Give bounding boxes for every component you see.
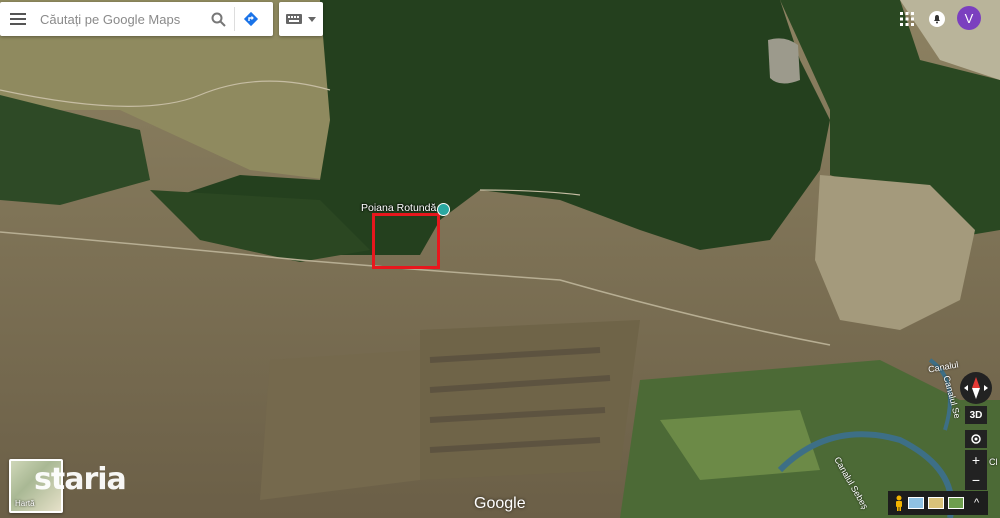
location-icon [971, 434, 981, 444]
place-label[interactable]: Poiana Rotundă [361, 202, 436, 214]
field-plots-left [260, 350, 420, 500]
notifications-icon[interactable] [928, 10, 946, 28]
selected-area-outline [372, 213, 440, 269]
watermark-logo: staria [34, 462, 127, 497]
edge-label: Cl [989, 457, 998, 467]
divider [234, 7, 235, 31]
chevron-down-icon [308, 16, 316, 22]
imagery-thumb[interactable] [908, 497, 924, 509]
apps-grid-icon[interactable] [899, 11, 915, 27]
expand-button[interactable]: ^ [974, 497, 979, 509]
search-button[interactable] [204, 2, 232, 36]
input-tools-button[interactable] [279, 2, 323, 36]
pegman-icon[interactable] [894, 495, 904, 511]
google-logo: Google [474, 495, 526, 512]
field-plots [420, 320, 640, 480]
zoom-out-button[interactable]: − [965, 470, 987, 490]
directions-icon [243, 11, 259, 27]
account-avatar[interactable]: V [957, 6, 981, 30]
directions-button[interactable] [237, 2, 265, 36]
clearing-small [768, 38, 800, 84]
menu-button[interactable] [0, 2, 36, 36]
satellite-map[interactable] [0, 0, 1000, 518]
search-box [0, 2, 273, 36]
imagery-thumb[interactable] [928, 497, 944, 509]
imagery-thumb[interactable] [948, 497, 964, 509]
my-location-button[interactable] [965, 430, 987, 448]
place-pin-icon[interactable] [437, 203, 450, 216]
bottom-toolbar: ^ [888, 491, 988, 515]
hamburger-icon [10, 13, 26, 25]
keyboard-icon [286, 14, 302, 24]
zoom-in-button[interactable]: + [965, 450, 987, 470]
layer-label: Hartă [15, 499, 35, 508]
search-icon [211, 12, 226, 27]
tilt-3d-button[interactable]: 3D [965, 406, 987, 424]
compass-icon[interactable] [960, 372, 992, 404]
zoom-control: + − [965, 450, 987, 490]
search-input[interactable] [36, 4, 204, 34]
